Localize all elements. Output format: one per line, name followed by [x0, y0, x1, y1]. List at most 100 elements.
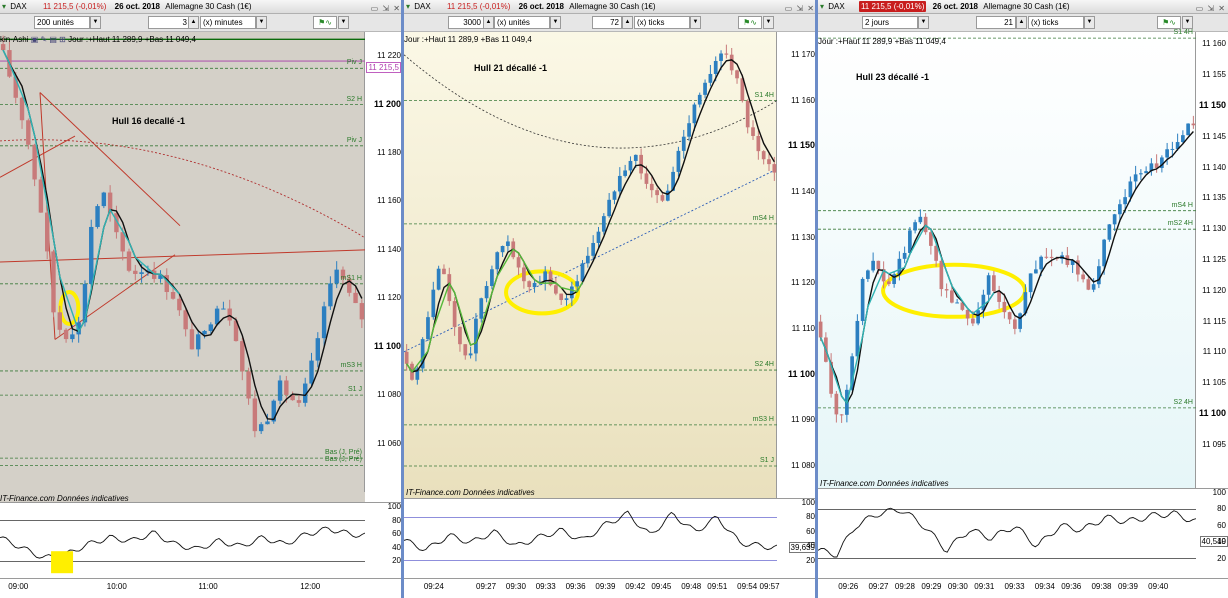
- candle-body: [1028, 273, 1033, 293]
- candle-body: [183, 310, 188, 330]
- moving-average-line: [0, 139, 365, 239]
- candle-body: [309, 360, 314, 384]
- expand-arrow-icon[interactable]: ▾: [406, 0, 410, 14]
- panel-3-title-bar: ▾ DAX 11 215,5 (-0,01%) 26 oct. 2018 All…: [818, 0, 1228, 14]
- support-level-label: mS1 H: [340, 274, 362, 282]
- time-tick-label: 09:40: [1148, 582, 1169, 591]
- oscillator-pane[interactable]: [818, 488, 1196, 578]
- time-axis[interactable]: 09:24 09:27 09:30 09:33 09:36 09:39 09:42 09:45…: [404, 578, 817, 598]
- candle-body: [0, 44, 6, 51]
- price-chart[interactable]: Jour :+Haut 11 289,9 +Bas 11 049,4 Hull …: [818, 29, 1196, 488]
- day-high-low: Jour :+Haut 11 289,9 +Bas 11 049,4: [404, 35, 532, 44]
- candle-body: [729, 54, 734, 71]
- chevron-down-icon[interactable]: ▼: [918, 16, 929, 29]
- drawing-tools-icon[interactable]: ▣ ✎ ▤ ⊞: [31, 35, 66, 44]
- candle-body: [918, 216, 923, 223]
- candle-body: [1102, 239, 1106, 267]
- panel-2-title-bar: ▾ DAX 11 215,5 (-0,01%) 26 oct. 2018 All…: [404, 0, 817, 14]
- candle-body: [944, 289, 949, 291]
- candle-body: [334, 269, 339, 284]
- oscillator-pane[interactable]: [404, 498, 777, 578]
- candle-body: [1007, 312, 1012, 320]
- price-axis[interactable]: 11 095 11 100 11 105 11 110 11 115 11 120 11 1…: [1196, 32, 1228, 488]
- units-field[interactable]: 2 jours: [862, 16, 918, 29]
- units-field[interactable]: 200 unités: [34, 16, 90, 29]
- candle-body: [1191, 123, 1196, 126]
- period-unit-select[interactable]: (x) ticks: [1028, 16, 1084, 29]
- chevron-down-icon[interactable]: ▼: [338, 16, 349, 29]
- chevron-down-icon[interactable]: ▼: [1084, 16, 1095, 29]
- period-stepper-icon[interactable]: ▲: [1016, 16, 1027, 29]
- candle-body: [612, 191, 617, 200]
- chevron-down-icon[interactable]: ▼: [550, 16, 561, 29]
- price-chart-canvas: [818, 37, 1196, 423]
- candle-body: [772, 164, 777, 173]
- support-level-label: mS3 H: [340, 361, 362, 369]
- chevron-down-icon[interactable]: ▼: [690, 16, 701, 29]
- price-chart[interactable]: kin-Ashi ▣ ✎ ▤ ⊞ Jour :+Haut 11 289,9 +B…: [0, 32, 365, 503]
- price-tick-label: 11 140: [791, 186, 815, 196]
- period-field[interactable]: 72: [592, 16, 622, 29]
- support-level-label: S2 4H: [754, 361, 774, 369]
- indicators-icon[interactable]: ⚑∿: [738, 16, 762, 29]
- units-select[interactable]: (x) unités: [494, 16, 550, 29]
- period-stepper-icon[interactable]: ▲: [188, 16, 199, 29]
- time-axis[interactable]: 09:26 09:27 09:28 09:29 09:30 09:31 09:33 09:34…: [818, 578, 1228, 598]
- candle-body: [834, 393, 839, 415]
- chevron-down-icon[interactable]: ▼: [90, 16, 101, 29]
- candle-body: [902, 252, 907, 259]
- period-field[interactable]: 21: [976, 16, 1016, 29]
- time-tick-label: 09:57: [759, 582, 780, 591]
- period-unit-select[interactable]: (x) minutes: [200, 16, 256, 29]
- oscillator-line: [818, 507, 1196, 558]
- period-field[interactable]: 3: [148, 16, 190, 29]
- period-unit-select[interactable]: (x) ticks: [634, 16, 690, 29]
- support-level-label: S1 4H: [1173, 29, 1193, 37]
- expand-arrow-icon[interactable]: ▾: [2, 0, 6, 14]
- candle-body: [676, 150, 681, 172]
- indicators-icon[interactable]: ⚑∿: [1157, 16, 1181, 29]
- time-tick-label: 09:33: [535, 582, 556, 591]
- candle-body: [321, 306, 327, 339]
- candle-body: [976, 310, 980, 324]
- period-stepper-icon[interactable]: ▲: [622, 16, 633, 29]
- candle-body: [644, 173, 649, 184]
- candle-body: [1002, 301, 1007, 313]
- chart-panel-2: ▾ DAX 11 215,5 (-0,01%) 26 oct. 2018 All…: [404, 0, 817, 598]
- trendline: [0, 135, 76, 178]
- candle-body: [681, 136, 686, 151]
- price-chart-canvas: [0, 35, 365, 466]
- candle-body: [818, 321, 823, 338]
- chevron-down-icon[interactable]: ▼: [1182, 16, 1193, 29]
- candle-body: [660, 195, 665, 201]
- panel-1-toolbar: 200 unités ▼ 3 ▲ (x) minutes ▼ ⚑∿ ▼: [0, 14, 403, 32]
- candle-body: [284, 380, 289, 395]
- units-field[interactable]: 3000: [448, 16, 484, 29]
- candle-body: [208, 324, 214, 331]
- candle-body: [751, 127, 755, 136]
- oscillator-pane[interactable]: [0, 502, 365, 578]
- price-chart[interactable]: Jour :+Haut 11 289,9 +Bas 11 049,4 Hull …: [404, 32, 777, 498]
- chevron-down-icon[interactable]: ▼: [763, 16, 774, 29]
- candle-body: [1107, 224, 1112, 240]
- price-tick-label: 11 120: [791, 278, 815, 288]
- candle-body: [950, 290, 954, 303]
- candle-body: [1039, 256, 1043, 270]
- price-tick-label: 11 060: [377, 438, 401, 448]
- time-axis[interactable]: 09:00 10:00 11:00 12:00: [0, 578, 403, 598]
- hull-ma-line: [2, 49, 363, 421]
- indicators-icon[interactable]: ⚑∿: [313, 16, 337, 29]
- time-tick-label: 09:48: [681, 582, 702, 591]
- candle-body: [463, 344, 468, 356]
- price-tick-label: 11 105: [1202, 378, 1226, 388]
- oscillator-tick-label: 40: [806, 541, 815, 551]
- stepper-icon[interactable]: ▲: [483, 16, 494, 29]
- time-tick-label: 09:31: [974, 582, 995, 591]
- price-axis[interactable]: 11 080 11 090 11 100 11 110 11 120 11 130 11 1…: [777, 32, 817, 498]
- chevron-down-icon[interactable]: ▼: [256, 16, 267, 29]
- support-level-label: Bas (J, Pré): [325, 449, 362, 457]
- expand-arrow-icon[interactable]: ▾: [820, 0, 824, 14]
- price-tick-label: 11 125: [1202, 255, 1226, 264]
- price-axis[interactable]: 11 060 11 080 11 100 11 120 11 140 11 160 11 1…: [365, 32, 403, 502]
- candle-body: [923, 216, 928, 233]
